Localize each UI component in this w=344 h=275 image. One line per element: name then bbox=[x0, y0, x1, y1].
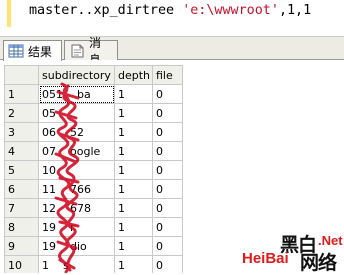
cell-file[interactable]: 0 bbox=[152, 198, 183, 218]
cell-file[interactable]: 0 bbox=[152, 236, 183, 256]
table-row[interactable]: 4 07 oogle 1 0 bbox=[4, 141, 183, 161]
grid-header-row: subdirectory depth file bbox=[4, 65, 183, 85]
query-suffix: ,1,1 bbox=[278, 3, 312, 18]
cell-depth[interactable]: 1 bbox=[114, 179, 153, 199]
cell-file[interactable]: 0 bbox=[152, 179, 183, 199]
table-row[interactable]: 5 10 1 0 bbox=[4, 160, 183, 180]
cell-subdirectory[interactable]: 11 766 bbox=[38, 179, 115, 199]
cell-subdirectory[interactable]: 06 52 bbox=[38, 122, 115, 142]
table-row[interactable]: 9 19 dio 1 0 bbox=[4, 236, 183, 256]
grid-results-icon bbox=[8, 44, 24, 58]
row-number[interactable]: 2 bbox=[4, 103, 39, 123]
cell-subdirectory[interactable]: 10 bbox=[38, 160, 115, 180]
row-number[interactable]: 9 bbox=[4, 236, 39, 256]
watermark-net: .Net bbox=[318, 233, 343, 248]
cell-file[interactable]: 0 bbox=[152, 160, 183, 180]
cell-file[interactable]: 0 bbox=[152, 255, 183, 273]
column-header-subdirectory[interactable]: subdirectory bbox=[38, 65, 115, 85]
grid-corner-cell[interactable] bbox=[4, 65, 39, 85]
cell-depth[interactable]: 1 bbox=[114, 103, 153, 123]
table-row[interactable]: 1 051 ba 1 0 bbox=[4, 84, 183, 104]
query-editor[interactable]: master..xp_dirtree 'e:\wwwroot',1,1 bbox=[0, 0, 344, 37]
cell-depth[interactable]: 1 bbox=[114, 236, 153, 256]
cell-depth[interactable]: 1 bbox=[114, 217, 153, 237]
row-number[interactable]: 3 bbox=[4, 122, 39, 142]
row-number[interactable]: 7 bbox=[4, 198, 39, 218]
row-number[interactable]: 10 bbox=[4, 255, 39, 273]
column-header-file[interactable]: file bbox=[152, 65, 183, 85]
cell-file[interactable]: 0 bbox=[152, 141, 183, 161]
query-path-literal: 'e:\wwwroot' bbox=[182, 3, 279, 18]
tab-results[interactable]: 结果 bbox=[3, 40, 62, 61]
cell-subdirectory[interactable]: 19 r bbox=[38, 217, 115, 237]
table-row[interactable]: 3 06 52 1 0 bbox=[4, 122, 183, 142]
cell-subdirectory[interactable]: 12 678 bbox=[38, 198, 115, 218]
cell-subdirectory[interactable]: 07 oogle bbox=[38, 141, 115, 161]
cell-depth[interactable]: 1 bbox=[114, 141, 153, 161]
watermark-cn-bottom: 网络 bbox=[300, 252, 337, 274]
modified-line-marker bbox=[7, 0, 11, 27]
table-row[interactable]: 2 05 1 0 bbox=[4, 103, 183, 123]
cell-depth[interactable]: 1 bbox=[114, 255, 153, 273]
query-text[interactable]: master..xp_dirtree 'e:\wwwroot',1,1 bbox=[29, 3, 311, 18]
table-row[interactable]: 7 12 678 1 0 bbox=[4, 198, 183, 218]
table-row[interactable]: 6 11 766 1 0 bbox=[4, 179, 183, 199]
cell-subdirectory[interactable]: 1s bbox=[38, 255, 115, 273]
cell-depth[interactable]: 1 bbox=[114, 198, 153, 218]
site-watermark: 黑白 .Net HeiBai 网络 bbox=[238, 229, 343, 274]
cell-depth[interactable]: 1 bbox=[114, 84, 153, 104]
cell-file[interactable]: 0 bbox=[152, 103, 183, 123]
column-header-depth[interactable]: depth bbox=[114, 65, 153, 85]
cell-depth[interactable]: 1 bbox=[114, 160, 153, 180]
cell-subdirectory[interactable]: 19 dio bbox=[38, 236, 115, 256]
row-number[interactable]: 4 bbox=[4, 141, 39, 161]
cell-subdirectory[interactable]: 051 ba bbox=[38, 84, 115, 104]
watermark-en: HeiBai bbox=[242, 250, 289, 267]
row-number[interactable]: 6 bbox=[4, 179, 39, 199]
row-number[interactable]: 5 bbox=[4, 160, 39, 180]
cell-file[interactable]: 0 bbox=[152, 217, 183, 237]
table-row[interactable]: 8 19 r 1 0 bbox=[4, 217, 183, 237]
cell-file[interactable]: 0 bbox=[152, 84, 183, 104]
table-row[interactable]: 10 1s 1 0 bbox=[4, 255, 183, 273]
results-grid: subdirectory depth file 1 051 ba 1 0 2 05… bbox=[4, 65, 183, 273]
message-icon bbox=[69, 44, 85, 58]
cell-file[interactable]: 0 bbox=[152, 122, 183, 142]
row-number[interactable]: 1 bbox=[4, 84, 39, 104]
result-tabs: 结果 消息 bbox=[0, 36, 344, 67]
tab-messages[interactable]: 消息 bbox=[64, 36, 118, 67]
query-prefix: master..xp_dirtree bbox=[29, 3, 183, 18]
cell-subdirectory[interactable]: 05 bbox=[38, 103, 115, 123]
row-number[interactable]: 8 bbox=[4, 217, 39, 237]
tab-results-label: 结果 bbox=[28, 44, 53, 59]
cell-depth[interactable]: 1 bbox=[114, 122, 153, 142]
